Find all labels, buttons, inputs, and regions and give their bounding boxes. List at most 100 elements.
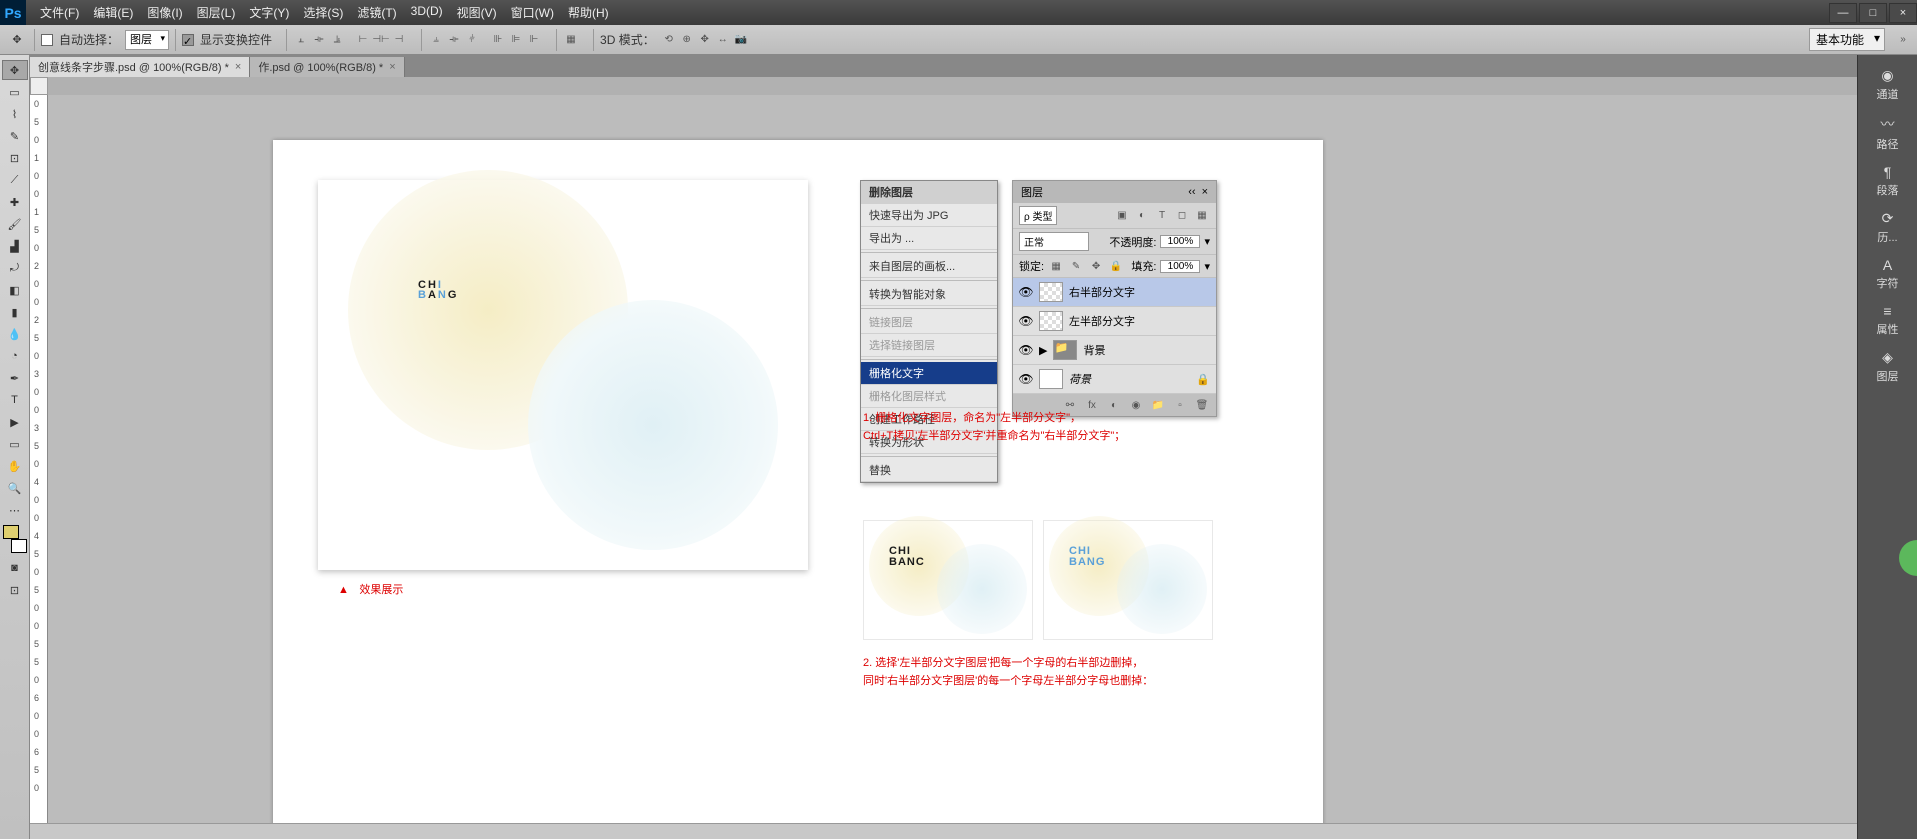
vertical-ruler[interactable]: 050100150200250300350400450500550600650 <box>30 95 48 823</box>
canvas-viewport[interactable]: CHI BANG ▲ 效果展示 删除图层 快速导出为 JPG 导出为 ... 来… <box>48 95 1857 823</box>
auto-select-dropdown[interactable]: 图层 <box>125 30 169 50</box>
menu-type[interactable]: 文字(Y) <box>243 0 295 25</box>
horizontal-scrollbar[interactable] <box>30 823 1857 839</box>
distribute-icon[interactable]: ⊪ <box>490 32 506 48</box>
close-button[interactable]: × <box>1889 3 1917 23</box>
tab-close-icon[interactable]: × <box>389 61 395 73</box>
filter-type-icon[interactable]: T <box>1154 208 1170 224</box>
layer-right-text[interactable]: 👁 右半部分文字 <box>1013 278 1216 307</box>
fill-chevron-icon[interactable]: ▾ <box>1204 260 1210 273</box>
gradient-tool[interactable]: ▮ <box>2 302 28 322</box>
filter-pixel-icon[interactable]: ▣ <box>1114 208 1130 224</box>
layer-name[interactable]: 左半部分文字 <box>1069 313 1135 329</box>
eyedropper-tool[interactable]: ⟋ <box>2 170 28 190</box>
background-color[interactable] <box>11 539 27 553</box>
menu-layer[interactable]: 图层(L) <box>191 0 242 25</box>
menu-view[interactable]: 视图(V) <box>451 0 503 25</box>
3d-roll-icon[interactable]: ⊕ <box>679 32 695 48</box>
panel-collapse-icon[interactable]: ‹‹ <box>1188 186 1195 198</box>
opacity-input[interactable]: 100% <box>1160 235 1200 248</box>
quickmask-tool[interactable]: ◙ <box>2 558 28 578</box>
3d-pan-icon[interactable]: ✥ <box>697 32 713 48</box>
quick-select-tool[interactable]: ✎ <box>2 126 28 146</box>
minimize-button[interactable]: — <box>1829 3 1857 23</box>
ellipsis-tool[interactable]: ⋯ <box>2 500 28 520</box>
move-tool[interactable]: ✥ <box>2 60 28 80</box>
panel-channels[interactable]: ◉通道 <box>1862 63 1914 106</box>
ctx-artboard-from-layer[interactable]: 来自图层的画板... <box>861 255 997 278</box>
lock-pixel-icon[interactable]: ✎ <box>1068 258 1084 274</box>
doc-tab-2[interactable]: 作.psd @ 100%(RGB/8) * × <box>250 57 404 77</box>
filter-kind-dropdown[interactable]: ρ 类型 <box>1019 206 1057 225</box>
menu-edit[interactable]: 编辑(E) <box>87 0 139 25</box>
align-right-icon[interactable]: ⊣ <box>391 32 407 48</box>
ctx-replace[interactable]: 替换 <box>861 459 997 482</box>
history-brush-tool[interactable]: ⤾ <box>2 258 28 278</box>
layer-name[interactable]: 背景 <box>1083 342 1105 358</box>
layer-name[interactable]: 右半部分文字 <box>1069 284 1135 300</box>
crop-tool[interactable]: ⊡ <box>2 148 28 168</box>
ctx-smart-object[interactable]: 转换为智能对象 <box>861 283 997 306</box>
menu-filter[interactable]: 滤镜(T) <box>351 0 402 25</box>
screen-mode-tool[interactable]: ⊡ <box>2 580 28 600</box>
filter-smart-icon[interactable]: ▦ <box>1194 208 1210 224</box>
distribute-icon[interactable]: ⫨ <box>428 32 444 48</box>
align-bottom-icon[interactable]: ⫡ <box>329 32 345 48</box>
menu-window[interactable]: 窗口(W) <box>505 0 560 25</box>
ctx-rasterize-type[interactable]: 栅格化文字 <box>861 362 997 385</box>
auto-select-checkbox[interactable] <box>41 34 53 46</box>
panel-layers[interactable]: ◈图层 <box>1862 345 1914 388</box>
color-swatches[interactable] <box>3 525 27 553</box>
show-transform-checkbox[interactable]: ✓ <box>182 34 194 46</box>
workspace-menu-icon[interactable]: » <box>1895 32 1911 48</box>
ctx-export-as[interactable]: 导出为 ... <box>861 227 997 250</box>
visibility-icon[interactable]: 👁 <box>1019 285 1033 299</box>
lock-pos-icon[interactable]: ✥ <box>1088 258 1104 274</box>
visibility-icon[interactable]: 👁 <box>1019 372 1033 386</box>
distribute-icon[interactable]: ⊫ <box>508 32 524 48</box>
filter-adjust-icon[interactable]: ◐ <box>1134 208 1150 224</box>
lock-all-icon[interactable]: 🔒 <box>1108 258 1124 274</box>
fill-input[interactable]: 100% <box>1160 260 1200 273</box>
3d-zoom-icon[interactable]: 📷 <box>733 32 749 48</box>
panel-properties[interactable]: ≡属性 <box>1862 299 1914 341</box>
tab-close-icon[interactable]: × <box>235 61 241 73</box>
panel-paths[interactable]: 〰路径 <box>1862 110 1914 156</box>
distribute-icon[interactable]: ⊩ <box>526 32 542 48</box>
zoom-tool[interactable]: 🔍 <box>2 478 28 498</box>
panel-character[interactable]: A字符 <box>1862 253 1914 295</box>
pen-tool[interactable]: ✒ <box>2 368 28 388</box>
layer-name[interactable]: 荷景 <box>1069 371 1091 387</box>
align-top-icon[interactable]: ⫠ <box>293 32 309 48</box>
menu-select[interactable]: 选择(S) <box>297 0 349 25</box>
auto-align-icon[interactable]: ▦ <box>563 32 579 48</box>
visibility-icon[interactable]: 👁 <box>1019 314 1033 328</box>
doc-tab-1[interactable]: 创意线条字步骤.psd @ 100%(RGB/8) * × <box>30 57 250 77</box>
layer-left-text[interactable]: 👁 左半部分文字 <box>1013 307 1216 336</box>
align-hcenter-icon[interactable]: ⊣⊢ <box>373 32 389 48</box>
menu-image[interactable]: 图像(I) <box>141 0 188 25</box>
stamp-tool[interactable]: ▟ <box>2 236 28 256</box>
panel-close-icon[interactable]: × <box>1202 186 1208 198</box>
layers-panel-title[interactable]: 图层 ‹‹× <box>1013 181 1216 203</box>
dodge-tool[interactable]: ◔ <box>2 346 28 366</box>
distribute-icon[interactable]: ⫩ <box>464 32 480 48</box>
path-select-tool[interactable]: ▶ <box>2 412 28 432</box>
document-canvas[interactable]: CHI BANG ▲ 效果展示 删除图层 快速导出为 JPG 导出为 ... 来… <box>273 140 1323 823</box>
blur-tool[interactable]: 💧 <box>2 324 28 344</box>
menu-3d[interactable]: 3D(D) <box>405 0 449 25</box>
foreground-color[interactable] <box>3 525 19 539</box>
shape-tool[interactable]: ▭ <box>2 434 28 454</box>
ctx-export-jpg[interactable]: 快速导出为 JPG <box>861 204 997 227</box>
panel-paragraph[interactable]: ¶段落 <box>1862 160 1914 202</box>
layer-background[interactable]: 👁 荷景 🔒 <box>1013 365 1216 394</box>
layer-folder-bg[interactable]: 👁 ▶ 📁 背景 <box>1013 336 1216 365</box>
blend-mode-dropdown[interactable]: 正常 <box>1019 232 1089 251</box>
folder-arrow-icon[interactable]: ▶ <box>1039 344 1047 357</box>
menu-help[interactable]: 帮助(H) <box>562 0 615 25</box>
maximize-button[interactable]: □ <box>1859 3 1887 23</box>
distribute-icon[interactable]: ⟛ <box>446 32 462 48</box>
panel-history[interactable]: ⟳历... <box>1862 206 1914 249</box>
lock-trans-icon[interactable]: ▦ <box>1048 258 1064 274</box>
marquee-tool[interactable]: ▭ <box>2 82 28 102</box>
